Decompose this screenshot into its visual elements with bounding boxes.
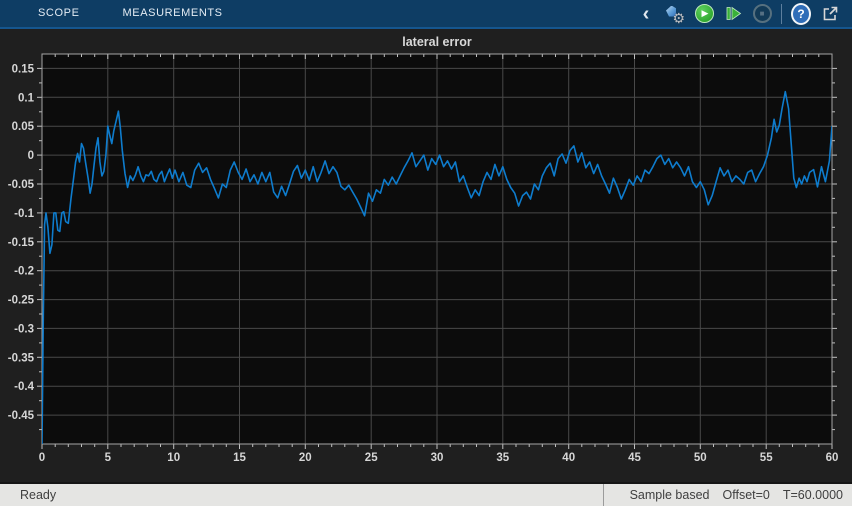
- step-forward-button[interactable]: [723, 3, 743, 25]
- svg-text:-0.35: -0.35: [8, 352, 35, 364]
- svg-text:40: 40: [562, 452, 575, 464]
- run-icon: ▶: [694, 4, 714, 23]
- toolbar-separator: [781, 3, 782, 24]
- pop-out-icon: [823, 6, 837, 21]
- svg-text:-0.2: -0.2: [14, 266, 34, 278]
- plot-area: 0 5 10 15 20 25 30 35 40 45 50 55 60 0.15 0.1 0.05 0 -0.0…: [8, 53, 839, 464]
- svg-text:20: 20: [299, 452, 312, 464]
- svg-text:60: 60: [826, 452, 839, 464]
- stop-icon: ■: [752, 4, 772, 23]
- svg-text:30: 30: [431, 452, 444, 464]
- settings-button[interactable]: ⚙: [665, 3, 685, 25]
- collapse-toolstrip-button[interactable]: ‹: [636, 3, 656, 25]
- svg-text:-0.45: -0.45: [8, 410, 35, 422]
- run-button[interactable]: ▶: [694, 3, 714, 25]
- svg-text:15: 15: [233, 452, 246, 464]
- gear-icon: ⚙: [665, 4, 685, 25]
- svg-text:0: 0: [28, 150, 34, 162]
- svg-text:0.1: 0.1: [18, 92, 35, 104]
- plot-title: lateral error: [402, 35, 472, 49]
- offset-label: Offset=0: [722, 488, 770, 502]
- svg-text:-0.25: -0.25: [8, 295, 35, 307]
- svg-text:-0.05: -0.05: [8, 179, 35, 191]
- sample-mode-label: Sample based: [629, 488, 710, 502]
- quick-access-toolbar: ‹ ⚙ ▶ ■ ?: [636, 3, 852, 25]
- step-forward-icon: [726, 6, 741, 21]
- svg-text:0.05: 0.05: [12, 121, 35, 133]
- toolstrip: SCOPE MEASUREMENTS ‹ ⚙ ▶ ■ ?: [0, 0, 852, 29]
- figure-area: lateral error 0 5 10 15 20 25 30 35 40 45 50 55 60 0.…: [0, 31, 852, 482]
- svg-text:-0.1: -0.1: [14, 208, 34, 220]
- svg-text:-0.3: -0.3: [14, 323, 34, 335]
- svg-text:0.15: 0.15: [12, 63, 35, 75]
- svg-text:45: 45: [628, 452, 641, 464]
- svg-text:10: 10: [167, 452, 180, 464]
- tab-measurements[interactable]: MEASUREMENTS: [123, 0, 223, 27]
- svg-text:35: 35: [496, 452, 509, 464]
- svg-text:-0.15: -0.15: [8, 237, 35, 249]
- status-text: Ready: [20, 488, 57, 502]
- chevron-left-icon: ‹: [642, 2, 650, 25]
- svg-text:25: 25: [365, 452, 378, 464]
- svg-text:50: 50: [694, 452, 707, 464]
- svg-text:0: 0: [39, 452, 45, 464]
- svg-text:5: 5: [105, 452, 112, 464]
- stop-button[interactable]: ■: [752, 3, 772, 25]
- status-bar: Ready Sample based Offset=0 T=60.0000: [0, 482, 852, 506]
- scope-window: SCOPE MEASUREMENTS ‹ ⚙ ▶ ■ ? lateral err…: [0, 0, 852, 506]
- time-label: T=60.0000: [782, 488, 843, 502]
- tab-scope[interactable]: SCOPE: [38, 0, 80, 27]
- svg-text:55: 55: [760, 452, 773, 464]
- toolstrip-tabs: SCOPE MEASUREMENTS: [0, 0, 223, 27]
- status-info-section: Sample based Offset=0 T=60.0000: [603, 484, 852, 506]
- help-icon: ?: [793, 4, 809, 23]
- svg-text:-0.4: -0.4: [14, 381, 34, 393]
- help-button[interactable]: ?: [791, 3, 811, 25]
- pop-out-button[interactable]: [820, 3, 840, 25]
